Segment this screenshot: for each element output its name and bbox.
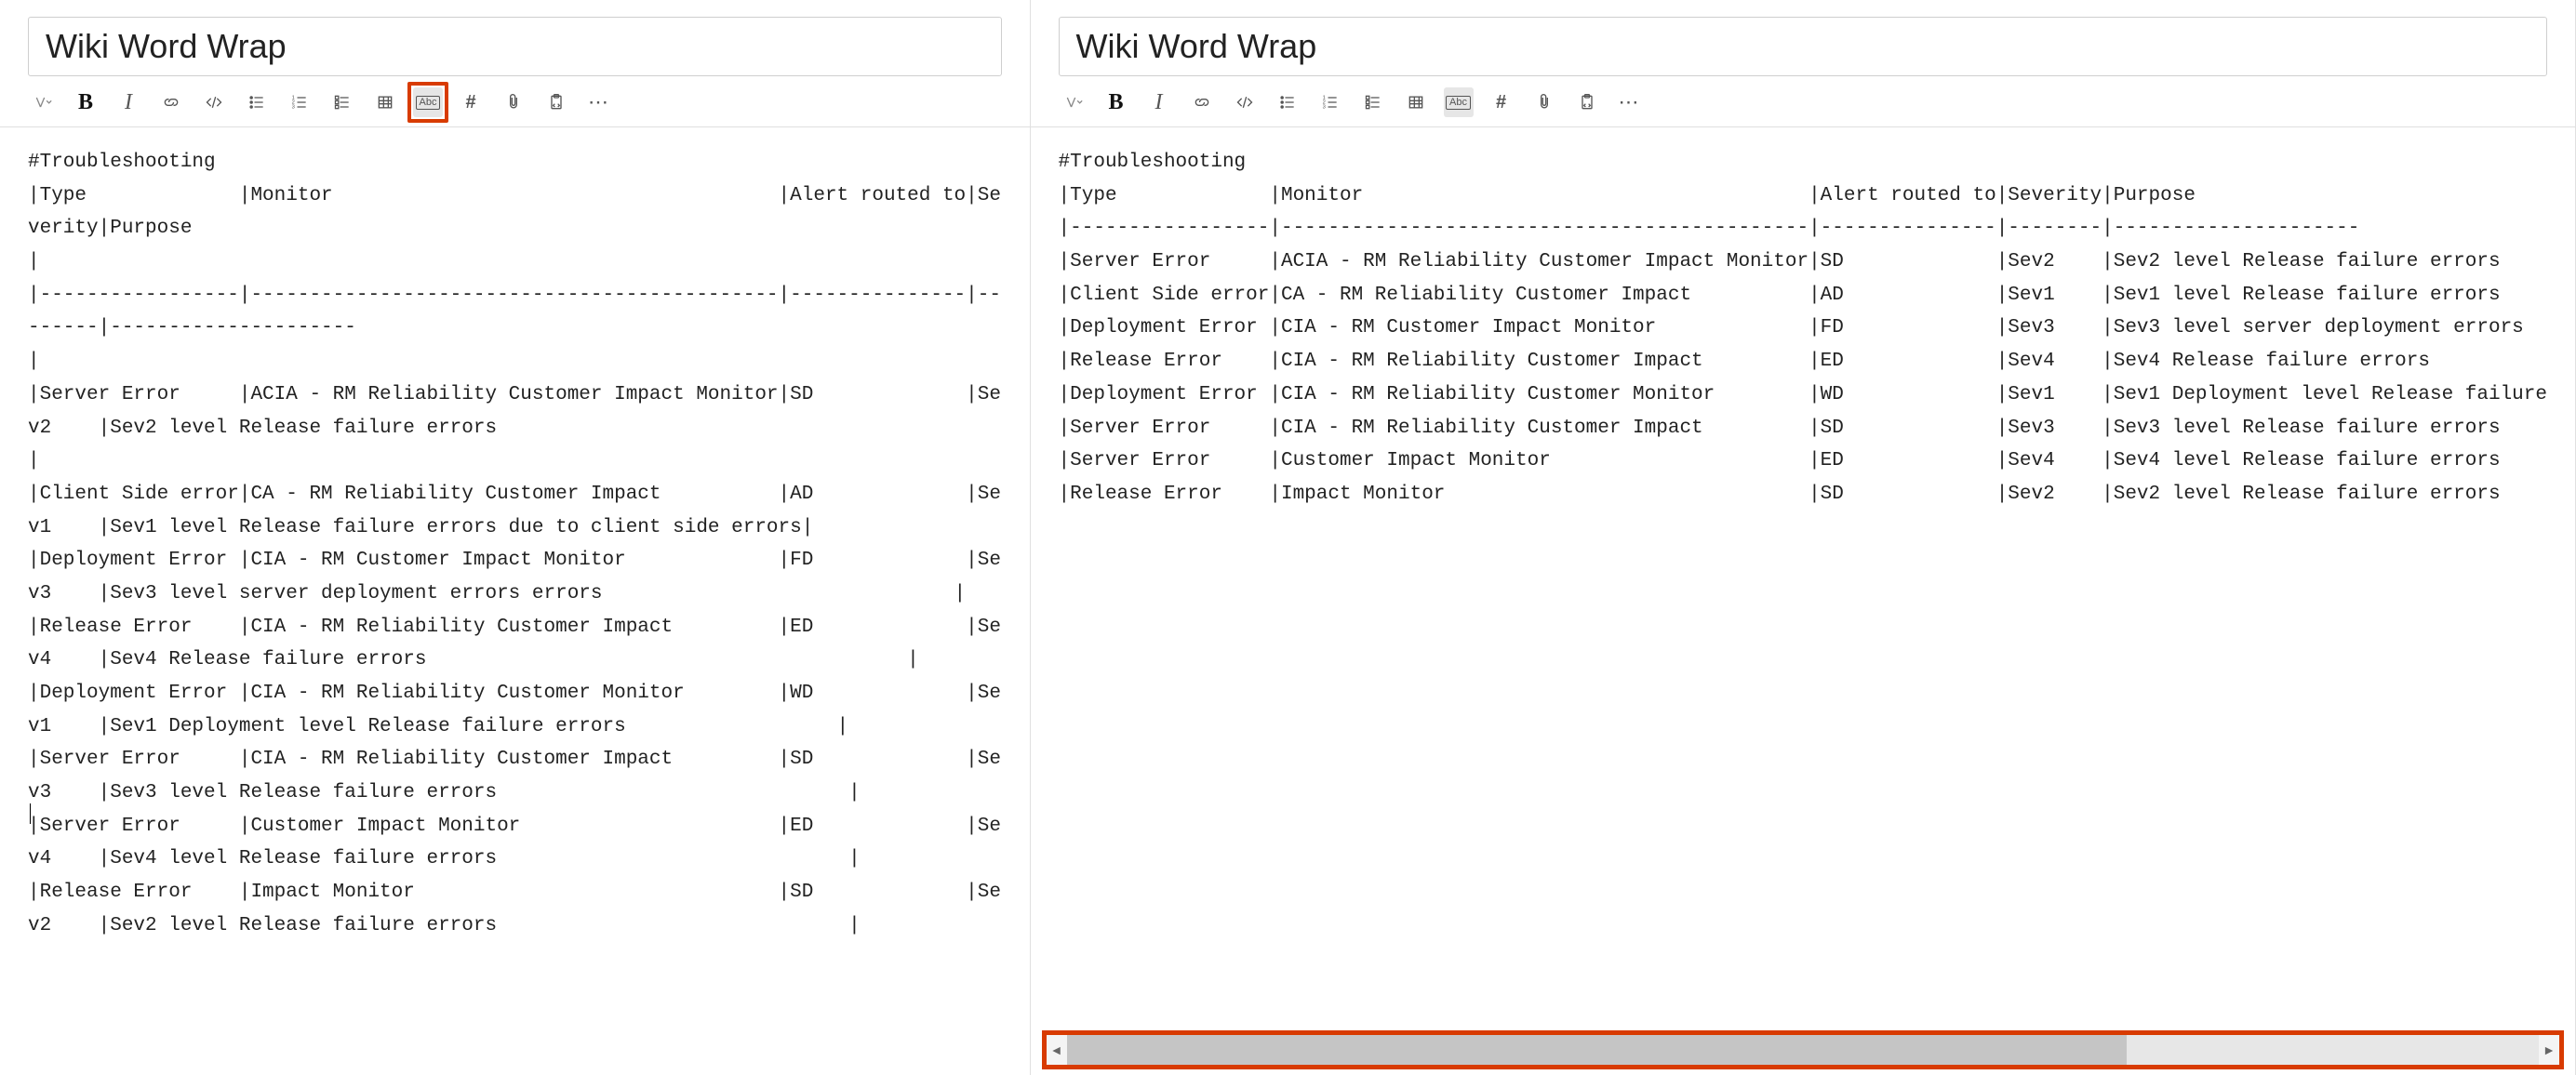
table-button[interactable] (1401, 87, 1431, 117)
header-button[interactable]: # (1487, 87, 1516, 117)
page-title: Wiki Word Wrap (1076, 27, 1317, 65)
italic-button[interactable]: I (1144, 87, 1174, 117)
scroll-right-arrow-icon[interactable]: ► (2539, 1042, 2559, 1057)
numbered-list-button[interactable]: 123 (285, 87, 314, 117)
table-button[interactable] (370, 87, 400, 117)
paste-button[interactable] (541, 87, 571, 117)
svg-text:3: 3 (1322, 105, 1325, 111)
checklist-button[interactable] (327, 87, 357, 117)
word-wrap-icon: Abc (416, 96, 441, 110)
horizontal-scrollbar[interactable]: ◄ ► (1042, 1030, 2564, 1069)
attachment-button[interactable] (499, 87, 528, 117)
editor-pane-left: Wiki Word Wrap B I 123 (0, 0, 1031, 1075)
checklist-button[interactable] (1358, 87, 1388, 117)
svg-text:3: 3 (292, 105, 295, 111)
bullet-list-button[interactable] (242, 87, 272, 117)
more-button[interactable]: ⋯ (1615, 87, 1645, 117)
toolbar: B I 123 Abc # (1031, 84, 2575, 127)
page-title: Wiki Word Wrap (46, 27, 287, 65)
word-wrap-button[interactable]: Abc (413, 87, 443, 117)
format-dropdown-button[interactable] (28, 87, 58, 117)
numbered-list-button[interactable]: 123 (1315, 87, 1345, 117)
editor-content[interactable]: #Troubleshooting |Type |Monitor |Alert r… (0, 127, 1030, 1075)
attachment-button[interactable] (1529, 87, 1559, 117)
title-input-container[interactable]: Wiki Word Wrap (28, 17, 1002, 76)
italic-button[interactable]: I (113, 87, 143, 117)
scrollbar-thumb[interactable] (1067, 1035, 2127, 1065)
editor-pane-right: Wiki Word Wrap B I 123 (1031, 0, 2576, 1075)
scrollbar-track[interactable] (1067, 1035, 2539, 1065)
toolbar: B I 123 Abc # (0, 84, 1030, 127)
link-button[interactable] (156, 87, 186, 117)
more-button[interactable]: ⋯ (584, 87, 614, 117)
bold-button[interactable]: B (71, 87, 100, 117)
bold-button[interactable]: B (1101, 87, 1131, 117)
format-dropdown-button[interactable] (1059, 87, 1088, 117)
text-cursor (30, 802, 31, 824)
code-button[interactable] (199, 87, 229, 117)
header-button[interactable]: # (456, 87, 486, 117)
bullet-list-button[interactable] (1273, 87, 1302, 117)
word-wrap-icon: Abc (1446, 96, 1471, 110)
paste-button[interactable] (1572, 87, 1602, 117)
code-button[interactable] (1230, 87, 1260, 117)
editor-content[interactable]: #Troubleshooting |Type |Monitor |Alert r… (1031, 127, 2575, 1075)
title-input-container[interactable]: Wiki Word Wrap (1059, 17, 2547, 76)
link-button[interactable] (1187, 87, 1217, 117)
word-wrap-button[interactable]: Abc (1444, 87, 1474, 117)
scroll-left-arrow-icon[interactable]: ◄ (1047, 1042, 1067, 1057)
